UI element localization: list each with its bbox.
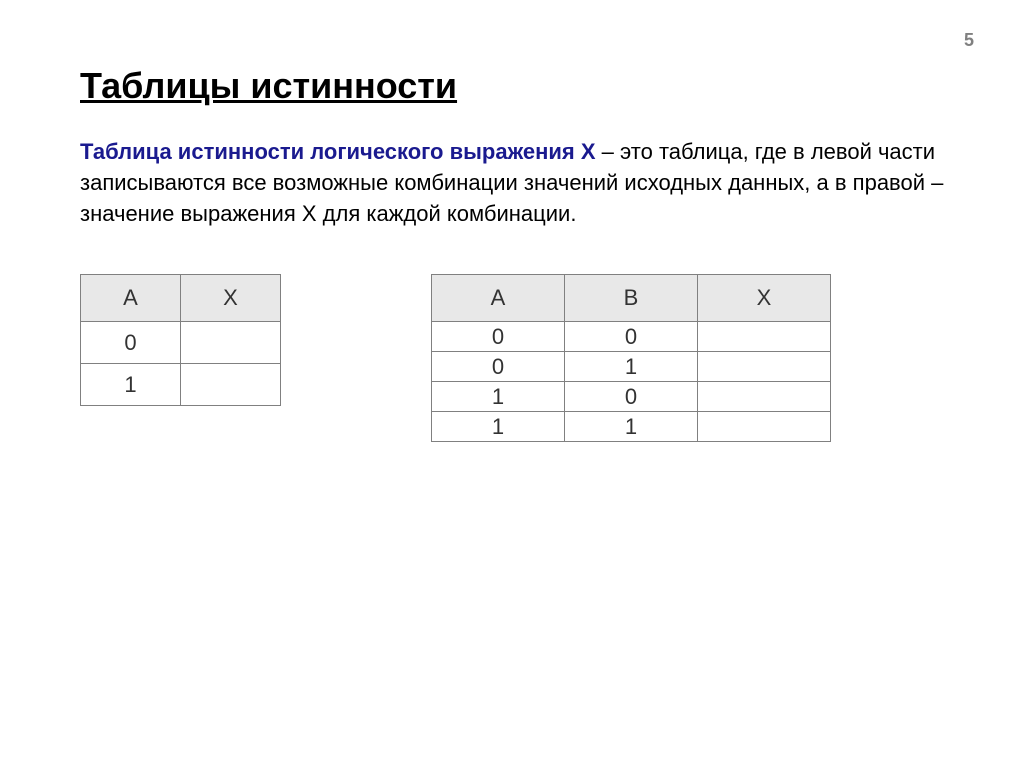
table2-cell: 1	[432, 412, 565, 442]
page-title: Таблицы истинности	[80, 65, 944, 107]
table2-cell	[698, 352, 831, 382]
table1-header-x: X	[181, 275, 281, 322]
table2-cell	[698, 382, 831, 412]
table-row: 1	[81, 364, 281, 406]
table2-cell: 1	[565, 412, 698, 442]
table2-cell: 0	[565, 382, 698, 412]
table2-header-x: X	[698, 275, 831, 322]
table-row: 0 0	[432, 322, 831, 352]
page-number: 5	[964, 30, 974, 51]
table2-header-a: A	[432, 275, 565, 322]
table-row: 0	[81, 322, 281, 364]
description: Таблица истинности логического выражения…	[80, 137, 944, 229]
table1-header-a: A	[81, 275, 181, 322]
truth-table-1: A X 0 1	[80, 274, 281, 406]
table1-cell: 1	[81, 364, 181, 406]
table-row: 1 1	[432, 412, 831, 442]
table1-cell	[181, 322, 281, 364]
table2-cell: 1	[432, 382, 565, 412]
table2-cell	[698, 412, 831, 442]
table2-cell: 1	[565, 352, 698, 382]
table2-cell	[698, 322, 831, 352]
table-row: 0 1	[432, 352, 831, 382]
table1-cell: 0	[81, 322, 181, 364]
table2-cell: 0	[432, 352, 565, 382]
table-row: 1 0	[432, 382, 831, 412]
table1-cell	[181, 364, 281, 406]
description-highlight: Таблица истинности логического выражения…	[80, 139, 596, 164]
truth-table-2: A B X 0 0 0 1 1 0 1 1	[431, 274, 831, 442]
tables-container: A X 0 1 A B X 0 0	[80, 274, 944, 442]
table2-header-b: B	[565, 275, 698, 322]
table2-cell: 0	[565, 322, 698, 352]
table2-cell: 0	[432, 322, 565, 352]
